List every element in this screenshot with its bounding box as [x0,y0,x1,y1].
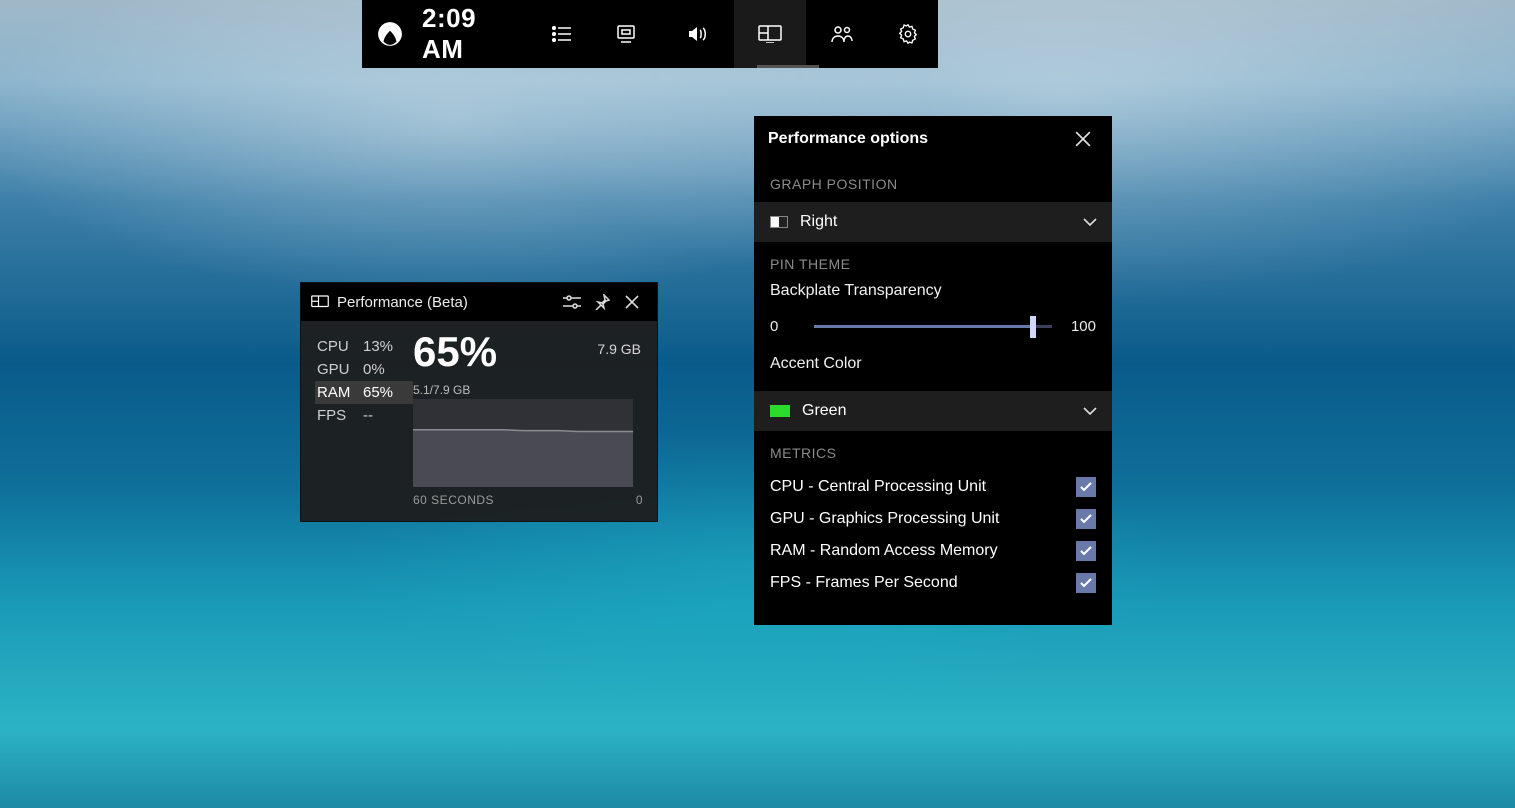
close-icon [1075,131,1091,147]
xbox-icon [377,21,403,47]
pin-theme-label: PIN THEME [770,256,1096,272]
settings-button[interactable] [878,0,938,68]
accent-color-label: Accent Color [770,355,1096,373]
metric-label: CPU [317,338,353,355]
widgets-menu-button[interactable] [534,0,590,68]
axis-right: 0 [636,493,643,507]
metric-value: 13% [363,338,393,355]
check-label: CPU - Central Processing Unit [770,478,1076,496]
metric-ram[interactable]: RAM 65% [315,381,413,404]
metric-label: RAM [317,384,353,401]
options-close-button[interactable] [1068,124,1098,154]
graph-position-select[interactable]: Right [754,202,1112,242]
checkbox[interactable] [1076,541,1096,561]
slider-fill [814,325,1033,328]
metric-total: 7.9 GB [597,341,641,357]
social-button[interactable] [806,0,878,68]
sliders-icon [563,295,581,309]
metric-cpu[interactable]: CPU 13% [315,335,413,358]
axis-left: 60 SECONDS [413,493,494,507]
widget-close-button[interactable] [617,287,647,317]
capture-icon [615,24,637,44]
metric-ratio: 5.1/7.9 GB [413,383,643,397]
options-title: Performance options [768,130,1068,148]
widget-options-button[interactable] [557,287,587,317]
slider-track[interactable] [814,325,1052,328]
metric-check-cpu[interactable]: CPU - Central Processing Unit [770,471,1096,503]
game-bar-topbar: 2:09 AM [362,0,938,68]
checkbox[interactable] [1076,509,1096,529]
metric-check-gpu[interactable]: GPU - Graphics Processing Unit [770,503,1096,535]
performance-options-panel: Performance options GRAPH POSITION Right… [754,116,1112,625]
checkbox[interactable] [1076,573,1096,593]
check-label: GPU - Graphics Processing Unit [770,510,1076,528]
position-swatch-icon [770,216,788,228]
performance-icon [311,295,329,309]
widget-pin-button[interactable] [587,287,617,317]
graph-position-label: GRAPH POSITION [770,176,1096,192]
slider-max: 100 [1066,318,1096,335]
graph-position-value: Right [800,213,1082,231]
checkbox[interactable] [1076,477,1096,497]
xbox-button[interactable] [362,21,418,47]
metric-label: FPS [317,407,353,424]
performance-button[interactable] [734,0,806,68]
pin-icon [594,294,610,310]
metric-value: 0% [363,361,385,378]
social-icon [830,25,854,43]
metric-value: -- [363,407,373,424]
metric-gpu[interactable]: GPU 0% [315,358,413,381]
color-swatch-icon [770,405,790,417]
close-icon [625,295,639,309]
backplate-label: Backplate Transparency [770,282,1096,300]
transparency-slider[interactable]: 0 100 [770,318,1096,341]
chevron-down-icon [1082,217,1098,227]
check-label: FPS - Frames Per Second [770,574,1076,592]
performance-icon [758,25,782,43]
gear-icon [897,23,919,45]
menu-icon [552,26,572,42]
metric-label: GPU [317,361,353,378]
performance-widget: Performance (Beta) CPU 13% GPU [300,282,658,522]
usage-chart [413,399,643,487]
accent-color-value: Green [802,402,1082,420]
metrics-label: METRICS [770,445,1096,461]
active-tab-underline [757,65,819,68]
clock: 2:09 AM [418,3,534,65]
metric-fps[interactable]: FPS -- [315,404,413,427]
metrics-list: CPU 13% GPU 0% RAM 65% FPS -- [315,331,413,507]
performance-widget-title: Performance (Beta) [337,294,557,311]
capture-button[interactable] [590,0,662,68]
accent-color-select[interactable]: Green [754,391,1112,431]
audio-button[interactable] [662,0,734,68]
metric-check-ram[interactable]: RAM - Random Access Memory [770,535,1096,567]
audio-icon [686,24,710,44]
slider-min: 0 [770,318,800,335]
chevron-down-icon [1082,406,1098,416]
metric-check-fps[interactable]: FPS - Frames Per Second [770,567,1096,599]
slider-thumb[interactable] [1030,316,1036,338]
performance-widget-header[interactable]: Performance (Beta) [301,283,657,321]
metric-value: 65% [363,384,393,401]
check-label: RAM - Random Access Memory [770,542,1076,560]
